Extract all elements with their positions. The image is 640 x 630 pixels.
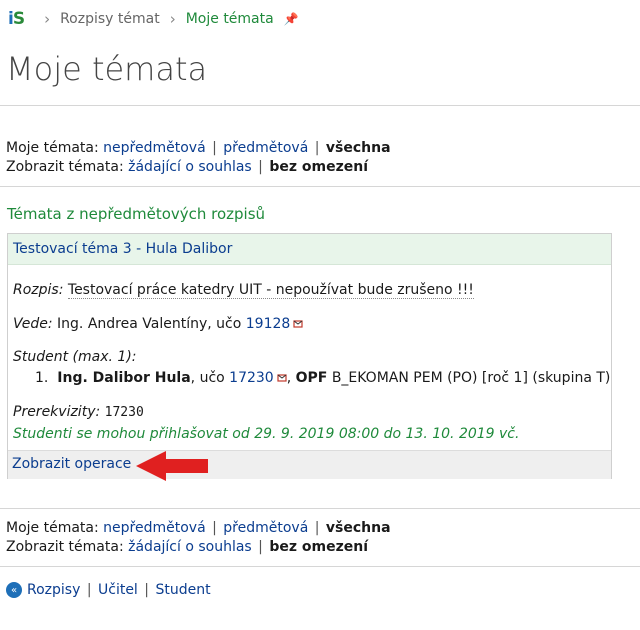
is-logo[interactable]: iiSS	[8, 9, 25, 29]
my-topics-filter: Moje témata: nepředmětová | předmětová |…	[6, 140, 391, 156]
student-faculty: OPF	[295, 370, 328, 386]
divider	[0, 508, 640, 509]
filter-nepredmetova[interactable]: nepředmětová	[103, 140, 206, 156]
back-arrows-icon[interactable]: «	[6, 582, 22, 598]
my-topics-filter-bottom: Moje témata: nepředmětová | předmětová |…	[6, 520, 391, 536]
breadcrumb-moje-temata[interactable]: Moje témata	[186, 11, 274, 27]
breadcrumb: iiSS › Rozpisy témat › Moje témata 📌	[8, 8, 299, 30]
my-topics-label: Moje témata:	[6, 520, 99, 536]
breadcrumb-rozpisy-temat[interactable]: Rozpisy témat	[60, 11, 160, 27]
show-topics-label: Zobrazit témata:	[6, 159, 124, 175]
chevron-right-icon: ›	[44, 10, 51, 28]
filter-predmetova[interactable]: předmětová	[223, 140, 308, 156]
show-topics-filter-bottom: Zobrazit témata: žádající o souhlas | be…	[6, 539, 368, 555]
rozpis-value: Testovací práce katedry UIT - nepoužívat…	[67, 282, 474, 299]
mail-icon[interactable]	[277, 373, 287, 383]
student-uco-label: , učo	[190, 370, 225, 386]
show-topics-label: Zobrazit témata:	[6, 539, 124, 555]
filter-zadajici[interactable]: žádající o souhlas	[128, 159, 252, 175]
filter-bez-omezeni: bez omezení	[269, 159, 368, 175]
nav-rozpisy[interactable]: Rozpisy	[27, 582, 80, 598]
divider	[0, 105, 640, 106]
bottom-nav: « Rozpisy | Učitel | Student	[6, 582, 211, 598]
student-program: B_EKOMAN PEM (PO) [roč 1] (skupina T)	[331, 370, 611, 386]
student-uco-link[interactable]: 17230	[229, 370, 274, 386]
student-name: Ing. Dalibor Hula	[57, 370, 191, 386]
mail-icon[interactable]	[293, 319, 303, 329]
prereq-label: Prerekvizity:	[13, 404, 101, 420]
filter-vsechna: všechna	[325, 520, 391, 536]
supervisor-uco-link[interactable]: 19128	[246, 316, 291, 332]
my-topics-label: Moje témata:	[6, 140, 99, 156]
card-footer: Zobrazit operace	[8, 450, 611, 479]
student-label-row: Student (max. 1):	[13, 349, 137, 365]
vede-label: Vede:	[13, 316, 53, 332]
filter-zadajici[interactable]: žádající o souhlas	[128, 539, 252, 555]
signup-note: Studenti se mohou přihlašovat od 29. 9. …	[13, 426, 520, 442]
pin-icon[interactable]: 📌	[284, 12, 299, 26]
filter-nepredmetova[interactable]: nepředmětová	[103, 520, 206, 536]
student-row: 1. Ing. Dalibor Hula, učo 17230, OPF B_E…	[35, 370, 611, 386]
topic-header: Testovací téma 3 - Hula Dalibor	[8, 234, 611, 265]
show-operations-link[interactable]: Zobrazit operace	[12, 456, 131, 472]
topic-title-link[interactable]: Testovací téma 3 - Hula Dalibor	[13, 241, 232, 257]
filter-bez-omezeni: bez omezení	[269, 539, 368, 555]
topic-card: Testovací téma 3 - Hula Dalibor Rozpis: …	[7, 233, 612, 479]
nav-ucitel[interactable]: Učitel	[98, 582, 138, 598]
student-number: 1.	[35, 370, 49, 386]
section-title: Témata z nepředmětových rozpisů	[7, 205, 266, 223]
nav-student[interactable]: Student	[155, 582, 210, 598]
filter-vsechna: všechna	[325, 140, 391, 156]
supervisor-name: Ing. Andrea Valentíny, učo	[57, 316, 242, 332]
chevron-right-icon: ›	[169, 10, 176, 28]
rozpis-label: Rozpis:	[13, 282, 64, 298]
divider	[0, 186, 640, 187]
prereq-value: 17230	[104, 405, 144, 420]
rozpis-row: Rozpis: Testovací práce katedry UIT - ne…	[13, 282, 474, 299]
divider	[0, 566, 640, 567]
red-arrow-icon	[136, 451, 208, 481]
page-title: Moje témata	[6, 50, 208, 88]
vede-row: Vede: Ing. Andrea Valentíny, učo 19128	[13, 316, 303, 332]
show-topics-filter: Zobrazit témata: žádající o souhlas | be…	[6, 159, 368, 175]
filter-predmetova[interactable]: předmětová	[223, 520, 308, 536]
student-label: Student (max. 1):	[13, 349, 137, 365]
prereq-row: Prerekvizity: 17230	[13, 404, 144, 420]
